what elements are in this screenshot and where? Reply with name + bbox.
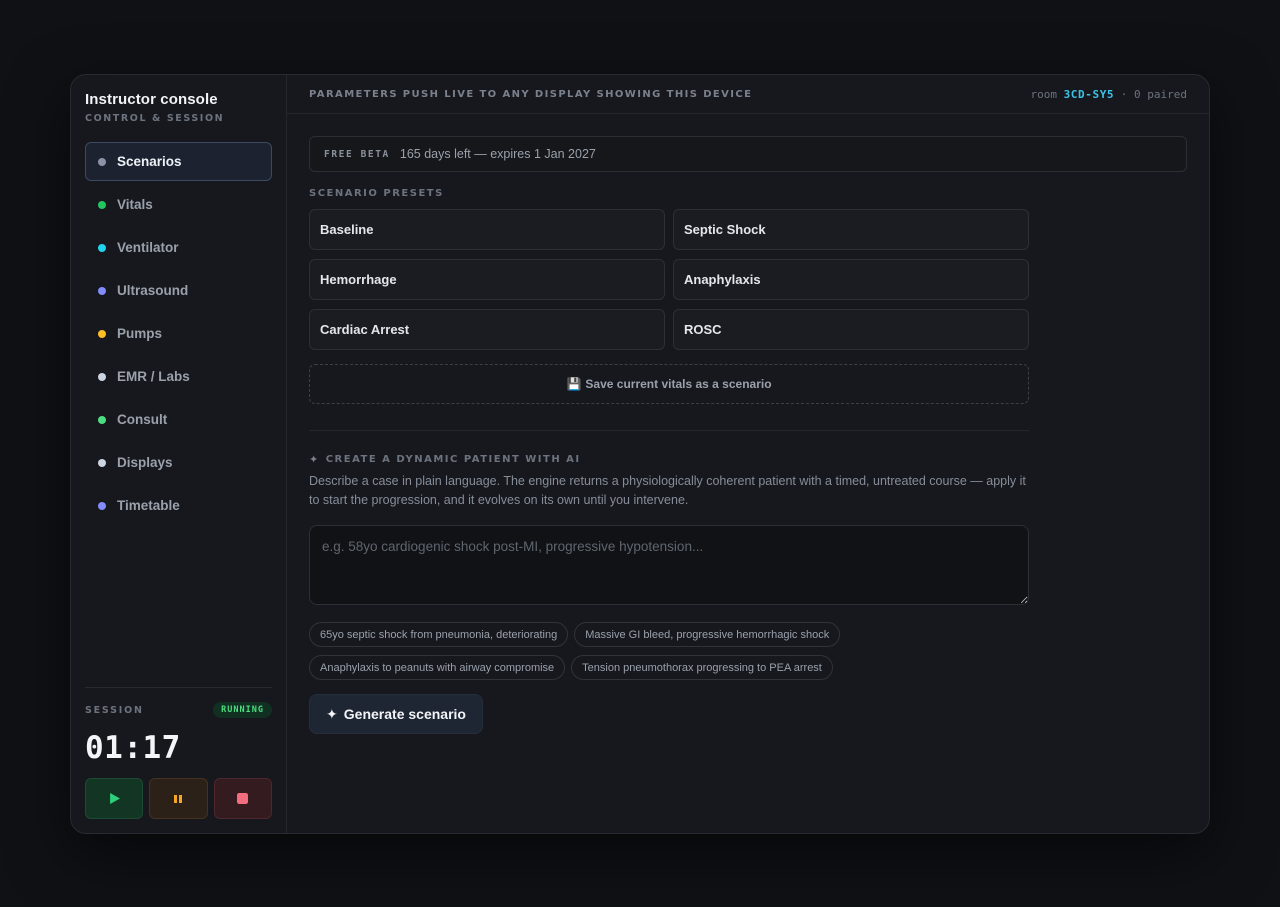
generate-scenario-button[interactable]: ✦ Generate scenario bbox=[309, 694, 483, 734]
save-scenario-label: Save current vitals as a scenario bbox=[585, 377, 772, 391]
preset-rosc[interactable]: ROSC bbox=[673, 309, 1029, 350]
sparkle-icon: ✦ bbox=[309, 453, 320, 466]
suggestion-chip[interactable]: 65yo septic shock from pneumonia, deteri… bbox=[309, 622, 569, 647]
sidebar-item-displays[interactable]: Displays bbox=[85, 443, 272, 482]
sidebar-item-label: Pumps bbox=[117, 326, 163, 341]
paired-count: · 0 paired bbox=[1120, 87, 1187, 101]
status-dot bbox=[98, 415, 106, 424]
status-dot bbox=[98, 458, 106, 467]
ai-description: Describe a case in plain language. The e… bbox=[309, 474, 1026, 507]
beta-banner: FREE BETA 165 days left — expires 1 Jan … bbox=[309, 136, 1187, 172]
sidebar: Instructor console CONTROL & SESSION Sce… bbox=[71, 75, 287, 833]
stop-button[interactable] bbox=[213, 778, 272, 819]
status-dot bbox=[98, 243, 106, 252]
sidebar-item-label: Timetable bbox=[117, 498, 180, 513]
live-push-notice: PARAMETERS PUSH LIVE TO ANY DISPLAY SHOW… bbox=[309, 88, 753, 100]
room-info: room 3CD-SY5 · 0 paired bbox=[1030, 88, 1187, 101]
sidebar-item-ultrasound[interactable]: Ultrasound bbox=[85, 271, 272, 310]
room-prefix: room bbox=[1030, 87, 1057, 101]
sidebar-item-label: Ultrasound bbox=[117, 283, 189, 298]
preset-anaphylaxis[interactable]: Anaphylaxis bbox=[673, 259, 1029, 300]
save-scenario-button[interactable]: 💾 Save current vitals as a scenario bbox=[309, 364, 1029, 404]
sparkle-icon: ✦ bbox=[326, 705, 338, 722]
status-dot bbox=[98, 372, 106, 381]
app-subtitle: CONTROL & SESSION bbox=[85, 113, 225, 124]
top-bar: PARAMETERS PUSH LIVE TO ANY DISPLAY SHOW… bbox=[287, 75, 1209, 114]
main-panel: PARAMETERS PUSH LIVE TO ANY DISPLAY SHOW… bbox=[287, 75, 1209, 833]
beta-expiry-text: 165 days left — expires 1 Jan 2027 bbox=[399, 147, 596, 161]
sidebar-item-ventilator[interactable]: Ventilator bbox=[85, 228, 272, 267]
play-button[interactable] bbox=[85, 778, 144, 819]
preset-baseline[interactable]: Baseline bbox=[309, 209, 665, 250]
status-dot bbox=[98, 157, 106, 166]
case-description-input[interactable] bbox=[309, 525, 1029, 605]
suggestion-chip[interactable]: Massive GI bleed, progressive hemorrhagi… bbox=[574, 622, 841, 647]
status-dot bbox=[98, 329, 106, 338]
ai-heading: CREATE A DYNAMIC PATIENT WITH AI bbox=[325, 454, 581, 465]
sidebar-nav: Scenarios Vitals Ventilator Ultrasound P… bbox=[85, 142, 272, 525]
presets-grid: Baseline Septic Shock Hemorrhage Anaphyl… bbox=[309, 209, 1029, 350]
suggestion-chips: 65yo septic shock from pneumonia, deteri… bbox=[309, 622, 1029, 680]
sidebar-item-timetable[interactable]: Timetable bbox=[85, 486, 272, 525]
sidebar-item-label: Vitals bbox=[117, 197, 153, 212]
preset-cardiac-arrest[interactable]: Cardiac Arrest bbox=[309, 309, 665, 350]
sidebar-item-emr-labs[interactable]: EMR / Labs bbox=[85, 357, 272, 396]
presets-heading: SCENARIO PRESETS bbox=[309, 188, 444, 199]
sidebar-item-consult[interactable]: Consult bbox=[85, 400, 272, 439]
sidebar-item-scenarios[interactable]: Scenarios bbox=[85, 142, 272, 181]
sidebar-item-label: EMR / Labs bbox=[117, 369, 190, 384]
divider bbox=[309, 430, 1029, 431]
ai-heading-row: ✦ CREATE A DYNAMIC PATIENT WITH AI bbox=[309, 453, 1187, 466]
preset-septic-shock[interactable]: Septic Shock bbox=[673, 209, 1029, 250]
session-controls bbox=[85, 778, 272, 819]
sidebar-item-vitals[interactable]: Vitals bbox=[85, 185, 272, 224]
suggestion-chip[interactable]: Tension pneumothorax progressing to PEA … bbox=[571, 655, 833, 680]
session-label: SESSION bbox=[85, 704, 144, 716]
status-badge: RUNNING bbox=[213, 702, 272, 718]
sidebar-item-label: Displays bbox=[117, 455, 173, 470]
status-dot bbox=[98, 286, 106, 295]
preset-hemorrhage[interactable]: Hemorrhage bbox=[309, 259, 665, 300]
pause-button[interactable] bbox=[149, 778, 208, 819]
play-icon bbox=[109, 793, 120, 804]
app-title: Instructor console bbox=[85, 91, 218, 108]
app-window: Instructor console CONTROL & SESSION Sce… bbox=[70, 74, 1210, 834]
status-dot bbox=[98, 200, 106, 209]
session-clock: 01:17 bbox=[85, 730, 181, 766]
status-dot bbox=[98, 501, 106, 510]
sidebar-item-label: Consult bbox=[117, 412, 168, 427]
stop-icon bbox=[237, 793, 249, 804]
suggestion-chip[interactable]: Anaphylaxis to peanuts with airway compr… bbox=[309, 655, 566, 680]
pause-icon bbox=[174, 794, 183, 803]
floppy-disk-icon: 💾 bbox=[566, 377, 582, 391]
sidebar-item-pumps[interactable]: Pumps bbox=[85, 314, 272, 353]
room-code: 3CD-SY5 bbox=[1063, 87, 1115, 101]
sidebar-item-label: Scenarios bbox=[117, 154, 182, 169]
scenarios-content: FREE BETA 165 days left — expires 1 Jan … bbox=[287, 114, 1209, 734]
generate-scenario-label: Generate scenario bbox=[343, 706, 466, 722]
session-panel: SESSION RUNNING 01:17 bbox=[85, 687, 272, 819]
sidebar-item-label: Ventilator bbox=[117, 240, 179, 255]
beta-tag: FREE BETA bbox=[324, 148, 390, 160]
